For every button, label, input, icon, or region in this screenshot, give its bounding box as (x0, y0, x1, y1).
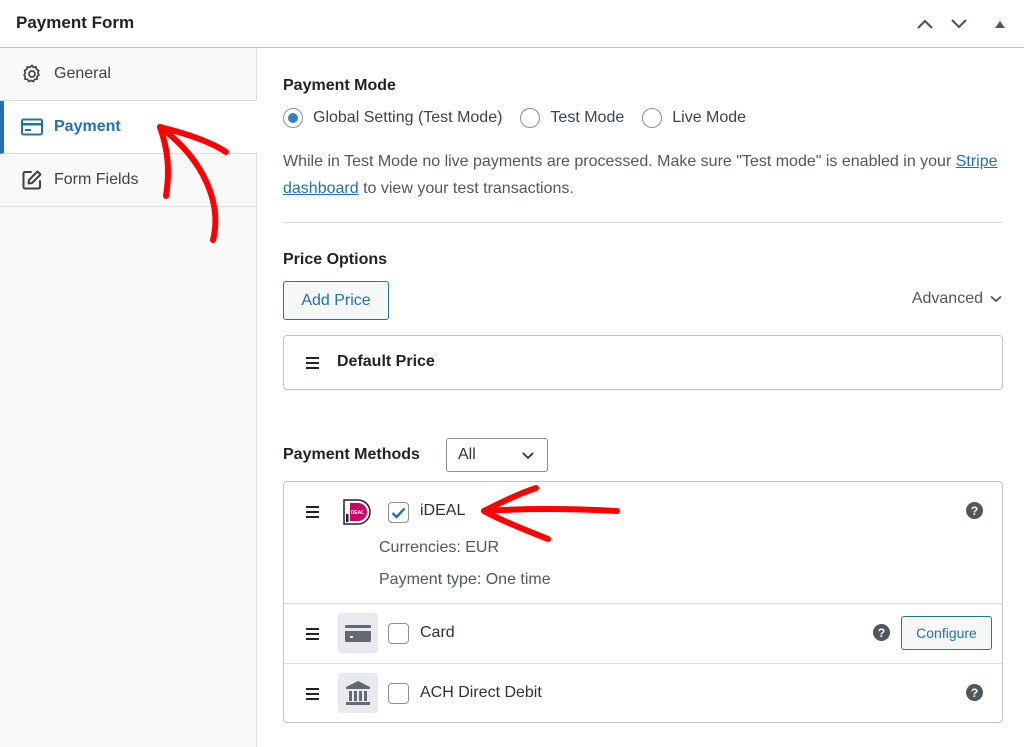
advanced-toggle[interactable]: Advanced (912, 290, 1002, 308)
price-label: Default Price (337, 353, 435, 370)
radio-indicator[interactable] (520, 108, 541, 128)
sidebar-item-payment[interactable]: Payment (0, 101, 258, 154)
payment-mode-title: Payment Mode (283, 77, 396, 94)
payment-mode-options: Global Setting (Test Mode) Test Mode Liv… (283, 108, 764, 128)
chevron-down-icon (951, 19, 967, 29)
currencies-text: Currencies: EUR (379, 539, 500, 556)
drag-handle-icon[interactable] (306, 357, 319, 369)
configure-button[interactable]: Configure (901, 616, 992, 650)
radio-indicator[interactable] (283, 108, 303, 128)
drag-handle-icon[interactable] (306, 628, 319, 640)
sidebar-item-label: Payment (54, 118, 121, 135)
payment-methods-list: DEAL iDEAL Currencies: EUR Payment type:… (283, 481, 1003, 723)
payment-methods-title: Payment Methods (283, 446, 420, 463)
move-down-button[interactable] (947, 12, 971, 36)
radio-global-setting[interactable]: Global Setting (Test Mode) (283, 108, 502, 128)
chevron-down-icon (990, 295, 1002, 303)
description-text: While in Test Mode no live payments are … (283, 153, 956, 170)
payment-method-label: ACH Direct Debit (420, 684, 542, 701)
payment-method-label: iDEAL (420, 502, 466, 519)
bank-icon (338, 673, 378, 713)
payment-method-ach: ACH Direct Debit ? (284, 664, 1002, 722)
svg-text:DEAL: DEAL (351, 510, 365, 516)
payment-settings: Payment Mode Global Setting (Test Mode) … (258, 48, 1024, 747)
radio-test-mode[interactable]: Test Mode (520, 108, 624, 128)
ideal-logo: DEAL (342, 498, 372, 526)
advanced-label: Advanced (911, 290, 983, 307)
filter-value: All (458, 446, 476, 463)
collapse-panel-button[interactable] (988, 12, 1012, 36)
help-icon[interactable]: ? (966, 684, 983, 701)
payment-method-card: Card ? Configure (284, 604, 1002, 664)
payment-methods-filter[interactable]: All (446, 438, 548, 472)
triangle-up-icon (995, 21, 1005, 28)
payment-method-label: Card (420, 624, 455, 641)
credit-card-icon (338, 613, 378, 653)
description-text: to view your test transactions. (358, 180, 574, 197)
sidebar-item-label: General (54, 65, 111, 82)
chevron-up-icon (917, 19, 933, 29)
price-item-default[interactable]: Default Price (283, 335, 1003, 390)
credit-card-icon (20, 115, 44, 139)
help-icon[interactable]: ? (873, 624, 890, 641)
card-checkbox[interactable] (388, 623, 409, 644)
test-mode-description: While in Test Mode no live payments are … (283, 148, 1003, 202)
edit-icon (20, 168, 44, 192)
price-options-title: Price Options (283, 251, 388, 268)
drag-handle-icon[interactable] (306, 506, 319, 518)
ach-checkbox[interactable] (388, 683, 409, 704)
radio-label: Global Setting (Test Mode) (313, 109, 503, 126)
sidebar-item-label: Form Fields (54, 171, 139, 188)
help-icon[interactable]: ? (966, 502, 983, 519)
move-up-button[interactable] (913, 12, 937, 36)
sidebar-item-form-fields[interactable]: Form Fields (0, 154, 257, 207)
radio-label: Test Mode (550, 109, 625, 126)
section-divider (283, 222, 1003, 223)
checkmark-icon (391, 507, 406, 519)
radio-label: Live Mode (672, 109, 747, 126)
gear-icon (20, 62, 44, 86)
panel-title: Payment Form (16, 13, 135, 32)
payment-method-ideal: DEAL iDEAL Currencies: EUR Payment type:… (284, 482, 1002, 604)
sidebar-item-general[interactable]: General (0, 48, 257, 101)
chevron-down-icon (522, 452, 534, 460)
payment-type-text: Payment type: One time (379, 571, 551, 588)
panel-header: Payment Form (0, 0, 1024, 48)
radio-live-mode[interactable]: Live Mode (642, 108, 746, 128)
add-price-button[interactable]: Add Price (283, 281, 389, 320)
drag-handle-icon[interactable] (306, 688, 319, 700)
ideal-checkbox[interactable] (388, 502, 409, 523)
radio-indicator[interactable] (642, 108, 663, 128)
settings-sidebar: General Payment Form Fields (0, 48, 258, 747)
